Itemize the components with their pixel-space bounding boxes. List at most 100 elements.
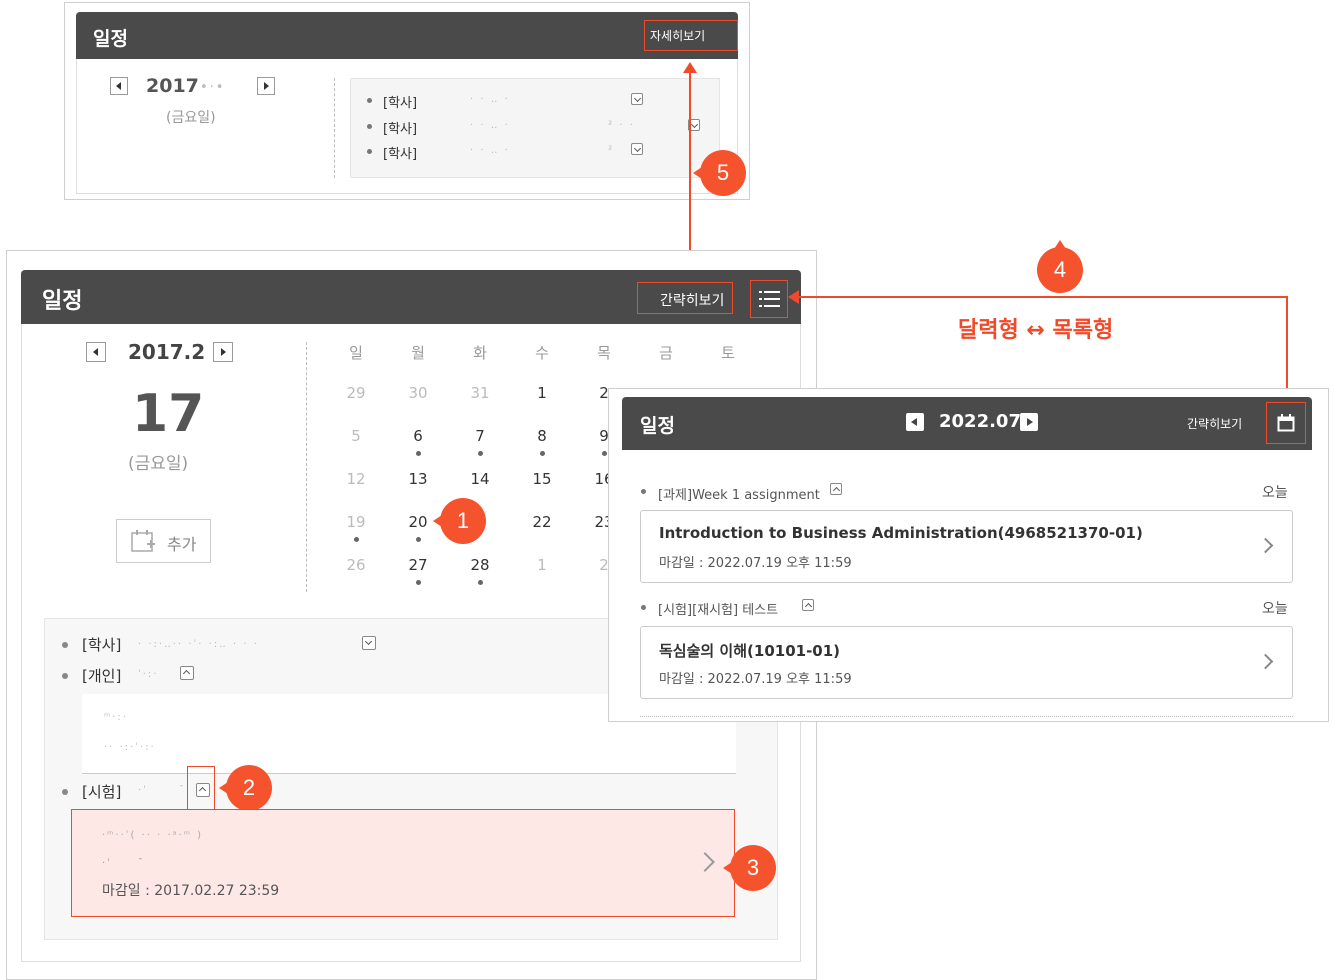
calendar-day[interactable]: 29 [336, 384, 376, 402]
list-month-label: 2022.07 [939, 411, 1021, 432]
list-icon [759, 291, 780, 307]
calendar-icon [1277, 414, 1295, 432]
main-month-label: 2017.2 [128, 340, 206, 364]
annotation-badge-3: 3 [723, 845, 776, 891]
main-event-label: [학사] [82, 636, 122, 654]
top-event-label: [학사] [383, 147, 418, 162]
list-panel-title: 일정 [640, 415, 675, 437]
top-event-blurred: · · ‥ · ² · · [470, 120, 635, 131]
main-event-expand-icon[interactable] [362, 636, 376, 650]
weekday-header: 수 [535, 344, 549, 362]
list-next-month-button[interactable] [1020, 413, 1038, 431]
bullet-icon [62, 789, 68, 795]
main-event-label: [개인] [82, 667, 122, 685]
arrow-head-left [788, 290, 799, 304]
main-event-collapse-icon[interactable] [180, 666, 194, 680]
toggle-arrow-line [689, 70, 691, 260]
calendar-day[interactable]: 15 [522, 470, 562, 488]
annotation-badge-4: 4 [1037, 240, 1083, 293]
calendar-day[interactable]: 27 [398, 556, 438, 574]
main-next-month-button[interactable] [213, 342, 233, 362]
calendar-day[interactable]: 31 [460, 384, 500, 402]
bullet-icon [62, 642, 68, 648]
calendar-day[interactable]: 22 [522, 513, 562, 531]
view-toggle-arrow-line [796, 296, 1288, 298]
event-dot [416, 537, 421, 542]
calendar-day[interactable]: 7 [460, 427, 500, 445]
list-item-deadline: 마감일 : 2022.07.19 오후 11:59 [659, 672, 852, 687]
calendar-day[interactable]: 6 [398, 427, 438, 445]
prev-arrow-icon [911, 418, 917, 426]
calendar-day[interactable]: 12 [336, 470, 376, 488]
bullet-icon [62, 673, 68, 679]
list-prev-month-button[interactable] [906, 413, 924, 431]
personal-detail-blurred: ·· ·:·ˈ·:· [104, 742, 156, 753]
bullet-icon [367, 149, 372, 154]
event-dot [602, 451, 607, 456]
main-panel-title: 일정 [42, 289, 83, 314]
main-divider [306, 342, 307, 592]
next-arrow-icon [221, 348, 226, 356]
weekday-header: 목 [597, 344, 611, 362]
exam-title-blurred: ·ˈ ˉ [102, 858, 145, 869]
top-event-expand-icon[interactable] [631, 143, 643, 155]
calendar-day[interactable]: 5 [336, 427, 376, 445]
event-dot [354, 537, 359, 542]
weekday-header: 금 [659, 344, 673, 362]
event-dot [478, 451, 483, 456]
list-item-collapse-icon[interactable] [802, 599, 814, 611]
calendar-day[interactable]: 28 [460, 556, 500, 574]
view-toggle-caption: 달력형 ↔ 목록형 [958, 318, 1114, 343]
personal-detail-blurred: ᵐ·:· [104, 712, 128, 723]
top-next-month-button[interactable] [257, 77, 275, 95]
top-event-expand-icon[interactable] [631, 93, 643, 105]
exam-detail-card[interactable] [71, 809, 735, 917]
calendar-day[interactable]: 20 [398, 513, 438, 531]
exam-course-blurred: ·ᵐ··ˈ( ·· · ·ᵃ·ᵐ ) [102, 830, 204, 841]
list-brief-link[interactable]: 간략히보기 [1187, 415, 1242, 432]
top-weekday: (금요일) [166, 110, 216, 126]
exam-deadline: 마감일 : 2017.02.27 23:59 [102, 883, 280, 899]
list-item-card[interactable] [640, 510, 1293, 583]
main-event-label: [시험] [82, 783, 122, 801]
calendar-day[interactable]: 13 [398, 470, 438, 488]
calendar-view-toggle-button[interactable] [1266, 402, 1306, 444]
list-item-tag: [과제]Week 1 assignment [658, 488, 820, 503]
weekday-header: 일 [349, 344, 363, 362]
list-item-deadline: 마감일 : 2022.07.19 오후 11:59 [659, 556, 852, 571]
list-item-collapse-icon[interactable] [830, 483, 842, 495]
event-dot [416, 580, 421, 585]
calendar-day[interactable]: 30 [398, 384, 438, 402]
top-prev-month-button[interactable] [110, 77, 128, 95]
main-selected-day: 17 [132, 384, 205, 444]
top-detail-link-highlight [644, 20, 738, 51]
prev-arrow-icon [93, 348, 98, 356]
bullet-icon [367, 124, 372, 129]
calendar-day[interactable]: 1 [522, 556, 562, 574]
next-arrow-icon [1027, 418, 1033, 426]
add-event-button[interactable]: 추가 [116, 519, 211, 563]
list-item-today: 오늘 [1262, 601, 1288, 617]
event-dot [416, 451, 421, 456]
event-dot [478, 580, 483, 585]
calendar-day[interactable]: 19 [336, 513, 376, 531]
bullet-icon [641, 489, 646, 494]
top-event-blurred: · · ‥ · [470, 94, 510, 105]
annotation-badge-2: 2 [219, 765, 272, 811]
calendar-day[interactable]: 14 [460, 470, 500, 488]
list-bottom-divider [640, 716, 1293, 717]
calendar-day[interactable]: 1 [522, 384, 562, 402]
calendar-day[interactable]: 8 [522, 427, 562, 445]
calendar-day[interactable]: 26 [336, 556, 376, 574]
list-view-toggle-button[interactable] [750, 280, 788, 318]
main-event-blurred: ·ˈ ˉ [138, 785, 186, 796]
top-panel-header [76, 12, 738, 59]
weekday-header: 화 [473, 344, 487, 362]
top-event-blurred: · · ‥ · ² [470, 145, 615, 156]
main-prev-month-button[interactable] [86, 342, 106, 362]
add-event-label: 추가 [167, 535, 197, 554]
annotation-badge-5: 5 [693, 150, 746, 196]
list-item-card[interactable] [640, 626, 1293, 699]
bullet-icon [641, 605, 646, 610]
event-dot [540, 451, 545, 456]
